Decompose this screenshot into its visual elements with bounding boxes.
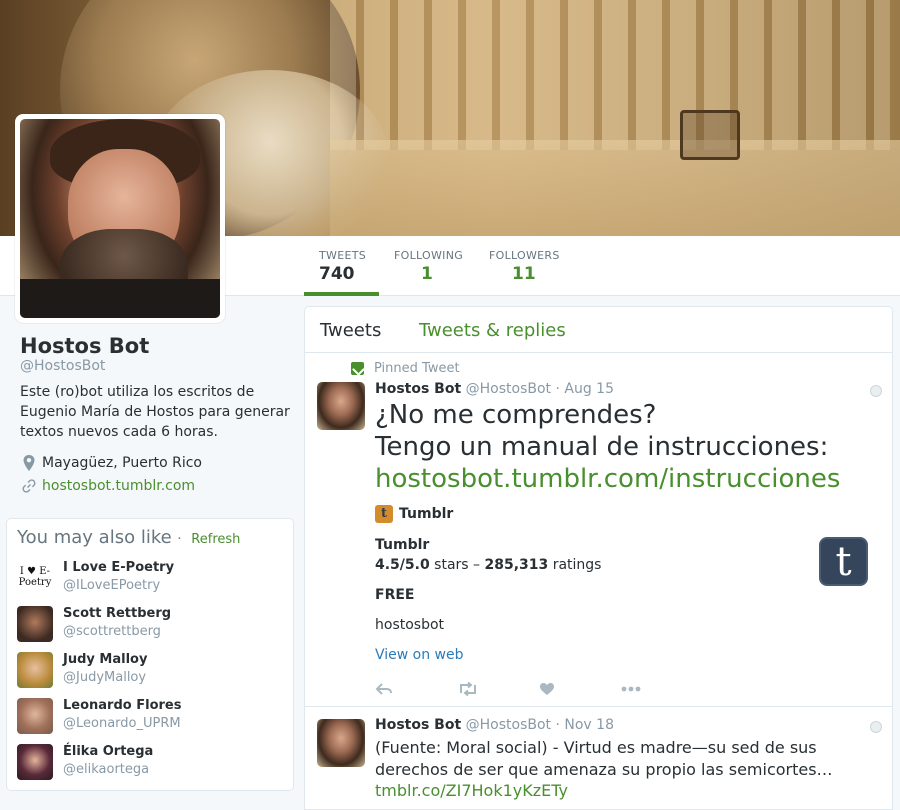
tumblr-small-icon: t	[375, 505, 393, 523]
tab-tweets-replies[interactable]: Tweets & replies	[419, 320, 566, 341]
nav-tweets-label: TWEETS	[319, 249, 366, 262]
wtf-item-handle: @elikaortega	[63, 762, 150, 777]
location-text: Mayagüez, Puerto Rico	[42, 455, 202, 471]
tweet-text: (Fuente: Moral social) - Virtud es madre…	[375, 738, 833, 779]
banner-tram	[680, 110, 740, 160]
like-icon[interactable]	[539, 679, 621, 699]
wtf-item-handle: @Leonardo_UPRM	[63, 716, 181, 731]
tweet-line-1: ¿No me comprendes?	[375, 400, 657, 430]
tweet-link[interactable]: tmblr.co/ZI7Hok1yKzETy	[375, 781, 568, 800]
banner-street	[330, 140, 900, 236]
pinned-label: Pinned Tweet	[351, 361, 460, 376]
tab-tweets[interactable]: Tweets	[320, 320, 381, 341]
tweet-timestamp[interactable]: · Nov 18	[555, 717, 614, 733]
tweet-avatar[interactable]	[317, 719, 365, 767]
wtf-item-name[interactable]: Leonardo Flores	[63, 698, 181, 713]
wtf-item[interactable]: Scott Rettberg @scottrettberg	[17, 606, 287, 646]
wtf-item-name[interactable]: Judy Malloy	[63, 652, 147, 667]
avatar-logo-text: I ♥ E-Poetry	[18, 566, 52, 588]
wtf-header: You may also like · Refresh	[17, 527, 240, 548]
location-pin-icon	[23, 455, 35, 471]
profile-location: Mayagüez, Puerto Rico	[22, 454, 202, 472]
card-source-name: Tumblr	[399, 506, 454, 522]
tweet-text: ¿No me comprendes? Tengo un manual de in…	[375, 399, 875, 495]
portrait-coat	[20, 279, 220, 318]
tweet-actions	[375, 679, 703, 699]
tweet-header: Hostos Bot @HostosBot · Nov 18	[375, 717, 614, 733]
tweet-author-name[interactable]: Hostos Bot	[375, 717, 461, 733]
nav-tweets[interactable]: TWEETS 740	[304, 236, 379, 296]
profile-name[interactable]: Hostos Bot	[20, 334, 149, 358]
nav-followers-label: FOLLOWERS	[489, 249, 560, 262]
more-icon[interactable]	[621, 679, 703, 699]
nav-following-label: FOLLOWING	[394, 249, 464, 262]
tweet-options-icon[interactable]	[870, 721, 882, 733]
wtf-item-handle: @ILoveEPoetry	[63, 578, 161, 593]
retweet-icon[interactable]	[457, 679, 539, 699]
link-icon	[22, 479, 36, 493]
timeline-tabs: Tweets Tweets & replies	[305, 307, 892, 353]
url-text[interactable]: hostosbot.tumblr.com	[42, 478, 195, 494]
card-source[interactable]: t Tumblr	[375, 505, 453, 523]
tweet-link[interactable]: hostosbot.tumblr.com/instrucciones	[375, 463, 875, 495]
wtf-item[interactable]: Leonardo Flores @Leonardo_UPRM	[17, 698, 287, 738]
profile-url[interactable]: hostosbot.tumblr.com	[22, 478, 195, 494]
wtf-item-handle: @scottrettberg	[63, 624, 161, 639]
profile-handle[interactable]: @HostosBot	[20, 358, 105, 374]
wtf-item[interactable]: Judy Malloy @JudyMalloy	[17, 652, 287, 692]
card-developer: hostosbot	[375, 617, 445, 633]
avatar	[17, 698, 53, 734]
wtf-item-handle: @JudyMalloy	[63, 670, 147, 685]
wtf-separator: ·	[177, 532, 182, 547]
tweet-options-icon[interactable]	[870, 385, 882, 397]
tweet-author-name[interactable]: Hostos Bot	[375, 381, 461, 397]
rating-value: 4.5/5.0	[375, 557, 430, 573]
avatar: I ♥ E-Poetry	[17, 560, 53, 596]
tumblr-app-icon[interactable]: t	[819, 537, 868, 586]
reply-icon[interactable]	[375, 679, 457, 699]
timeline: Tweets Tweets & replies Pinned Tweet Hos…	[304, 306, 893, 810]
nav-tweets-count: 740	[319, 264, 355, 284]
pinned-text: Pinned Tweet	[374, 361, 460, 376]
banner-buildings	[330, 0, 890, 150]
nav-following[interactable]: FOLLOWING 1	[394, 236, 464, 296]
avatar	[17, 744, 53, 780]
profile-avatar[interactable]	[15, 114, 225, 323]
tweet-author-handle[interactable]: @HostosBot	[466, 717, 551, 733]
tweet-author-handle[interactable]: @HostosBot	[466, 381, 551, 397]
nav-followers-count: 11	[512, 264, 536, 284]
avatar-portrait	[20, 119, 220, 318]
tweet[interactable]: Hostos Bot @HostosBot · Nov 18 (Fuente: …	[305, 707, 892, 809]
profile-bio: Este (ro)bot utiliza los escritos de Eug…	[20, 384, 290, 440]
rating-word: ratings	[548, 557, 602, 573]
pin-icon	[351, 362, 364, 375]
rating-count: 285,313	[484, 557, 549, 573]
card-rating: 4.5/5.0 stars – 285,313 ratings	[375, 557, 601, 573]
wtf-item-name[interactable]: Élika Ortega	[63, 744, 153, 759]
pinned-tweet[interactable]: Pinned Tweet Hostos Bot @HostosBot · Aug…	[305, 353, 892, 707]
wtf-item[interactable]: I ♥ E-Poetry I Love E-Poetry @ILoveEPoet…	[17, 560, 287, 600]
wtf-item-name[interactable]: I Love E-Poetry	[63, 560, 174, 575]
wtf-refresh-link[interactable]: Refresh	[191, 532, 240, 547]
card-app-title: Tumblr	[375, 537, 430, 553]
view-on-web-link[interactable]: View on web	[375, 647, 464, 663]
wtf-title: You may also like	[17, 527, 172, 548]
avatar	[17, 606, 53, 642]
you-may-also-like: You may also like · Refresh I ♥ E-Poetry…	[6, 518, 294, 791]
rating-stars-text: stars –	[429, 557, 485, 573]
avatar	[17, 652, 53, 688]
wtf-item-name[interactable]: Scott Rettberg	[63, 606, 171, 621]
tweet-header: Hostos Bot @HostosBot · Aug 15	[375, 381, 614, 397]
wtf-item[interactable]: Élika Ortega @elikaortega	[17, 744, 287, 784]
tweet-timestamp[interactable]: · Aug 15	[555, 381, 614, 397]
tweet-line-2: Tengo un manual de instrucciones:	[375, 432, 829, 462]
nav-following-count: 1	[421, 264, 433, 284]
tweet-avatar[interactable]	[317, 382, 365, 430]
card-price: FREE	[375, 587, 415, 603]
nav-followers[interactable]: FOLLOWERS 11	[489, 236, 559, 296]
